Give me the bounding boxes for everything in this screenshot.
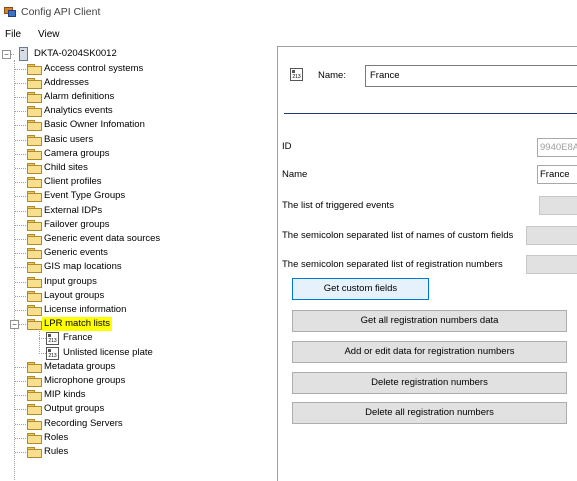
tree-root-label: DKTA-0204SK0012 bbox=[34, 48, 117, 59]
name-field[interactable]: France bbox=[537, 165, 577, 184]
folder-icon bbox=[27, 404, 42, 416]
tree-item-label: External IDPs bbox=[44, 204, 103, 216]
tree-item-label: Output groups bbox=[44, 403, 105, 415]
folder-icon bbox=[27, 276, 42, 288]
app-icon bbox=[4, 7, 16, 17]
folder-icon bbox=[27, 106, 42, 118]
folder-icon bbox=[27, 205, 42, 217]
tree-item-label: GIS map locations bbox=[44, 261, 122, 273]
folder-icon bbox=[27, 390, 42, 402]
tree-item-label: MIP kinds bbox=[44, 389, 86, 401]
folder-icon bbox=[27, 233, 42, 245]
menu-file[interactable]: File bbox=[5, 29, 21, 40]
folder-icon bbox=[27, 262, 42, 274]
tree-item-label: Input groups bbox=[44, 275, 97, 287]
folder-icon bbox=[27, 418, 42, 430]
id-field[interactable]: 9940E8A bbox=[537, 138, 577, 157]
folder-icon bbox=[27, 177, 42, 189]
tree-view[interactable]: − DKTA-0204SK0012 Access control systems… bbox=[0, 46, 270, 480]
delete-registration-button[interactable]: Delete registration numbers bbox=[292, 372, 567, 394]
folder-icon bbox=[27, 219, 42, 231]
tree-item-label: Failover groups bbox=[44, 218, 110, 230]
tree-item-label: Generic event data sources bbox=[44, 232, 161, 244]
tree-item-label: Metadata groups bbox=[44, 360, 116, 372]
tree-item-label: Unlisted license plate bbox=[63, 346, 153, 358]
tree-item-label: Roles bbox=[44, 431, 69, 443]
tree-item-label: Addresses bbox=[44, 76, 89, 88]
delete-all-registration-button[interactable]: Delete all registration numbers bbox=[292, 402, 567, 424]
folder-icon bbox=[27, 248, 42, 260]
custom-fields-label: The semicolon separated list of names of… bbox=[282, 230, 514, 241]
name-value: France bbox=[540, 169, 570, 180]
custom-fields-field[interactable] bbox=[526, 226, 577, 245]
folder-icon bbox=[27, 361, 42, 373]
folder-icon bbox=[27, 304, 42, 316]
tree-item-label: Client profiles bbox=[44, 176, 102, 188]
tree-item-label: Basic Owner Infomation bbox=[44, 119, 145, 131]
folder-icon bbox=[27, 446, 42, 458]
folder-icon bbox=[27, 120, 42, 132]
folder-icon bbox=[27, 91, 42, 103]
folder-open-icon bbox=[27, 319, 42, 331]
tree-item-label: Child sites bbox=[44, 161, 88, 173]
window-title: Config API Client bbox=[21, 6, 101, 18]
tree-item-label: Layout groups bbox=[44, 289, 105, 301]
registration-numbers-label: The semicolon separated list of registra… bbox=[282, 259, 503, 270]
tree-item-label: France bbox=[63, 332, 93, 344]
detail-pane: 213 Name: France ID 9940E8A Name France … bbox=[277, 46, 577, 481]
title-bar: Config API Client bbox=[0, 0, 577, 24]
tree-item-label: Generic events bbox=[44, 247, 108, 259]
name-label: Name bbox=[282, 169, 308, 180]
root-collapse-toggle[interactable]: − bbox=[2, 50, 11, 59]
id-value: 9940E8A bbox=[540, 142, 577, 153]
tree-item-label: Analytics events bbox=[44, 105, 113, 117]
tree-item-label: Access control systems bbox=[44, 62, 144, 74]
tree-item-label: Recording Servers bbox=[44, 417, 123, 429]
folder-icon bbox=[27, 432, 42, 444]
tree-item-label: Basic users bbox=[44, 133, 94, 145]
folder-icon bbox=[27, 191, 42, 203]
license-plate-icon: 213 bbox=[46, 346, 59, 360]
folder-icon bbox=[27, 375, 42, 387]
menu-bar: File View bbox=[0, 24, 577, 44]
tree-item-label: Event Type Groups bbox=[44, 190, 126, 202]
triggered-events-field[interactable] bbox=[539, 196, 577, 215]
get-custom-fields-button[interactable]: Get custom fields bbox=[292, 278, 429, 300]
menu-view[interactable]: View bbox=[38, 29, 60, 40]
tree-item-label: Camera groups bbox=[44, 147, 110, 159]
tree-item-label: Rules bbox=[44, 445, 69, 457]
tree-item-label: License information bbox=[44, 303, 127, 315]
header-separator bbox=[284, 113, 577, 114]
folder-icon bbox=[27, 63, 42, 75]
lpr-collapse-toggle[interactable]: − bbox=[10, 320, 19, 330]
folder-icon bbox=[27, 134, 42, 146]
header-name-label: Name: bbox=[318, 70, 346, 81]
id-label: ID bbox=[282, 141, 292, 152]
add-edit-registration-button[interactable]: Add or edit data for registration number… bbox=[292, 341, 567, 363]
server-icon bbox=[17, 47, 29, 61]
folder-icon bbox=[27, 77, 42, 89]
folder-icon bbox=[27, 148, 42, 160]
folder-icon bbox=[27, 162, 42, 174]
triggered-events-label: The list of triggered events bbox=[282, 200, 394, 211]
header-name-field[interactable]: France bbox=[365, 65, 577, 87]
get-all-registration-data-button[interactable]: Get all registration numbers data bbox=[292, 310, 567, 332]
license-plate-icon: 213 bbox=[46, 332, 59, 346]
folder-icon bbox=[27, 290, 42, 302]
tree-item-label: LPR match lists bbox=[42, 317, 112, 332]
registration-numbers-field[interactable] bbox=[526, 255, 577, 274]
tree-item-label: Alarm definitions bbox=[44, 90, 115, 102]
tree-item-label: Microphone groups bbox=[44, 374, 126, 386]
header-name-value: France bbox=[370, 70, 400, 81]
license-plate-icon: 213 bbox=[290, 68, 303, 81]
